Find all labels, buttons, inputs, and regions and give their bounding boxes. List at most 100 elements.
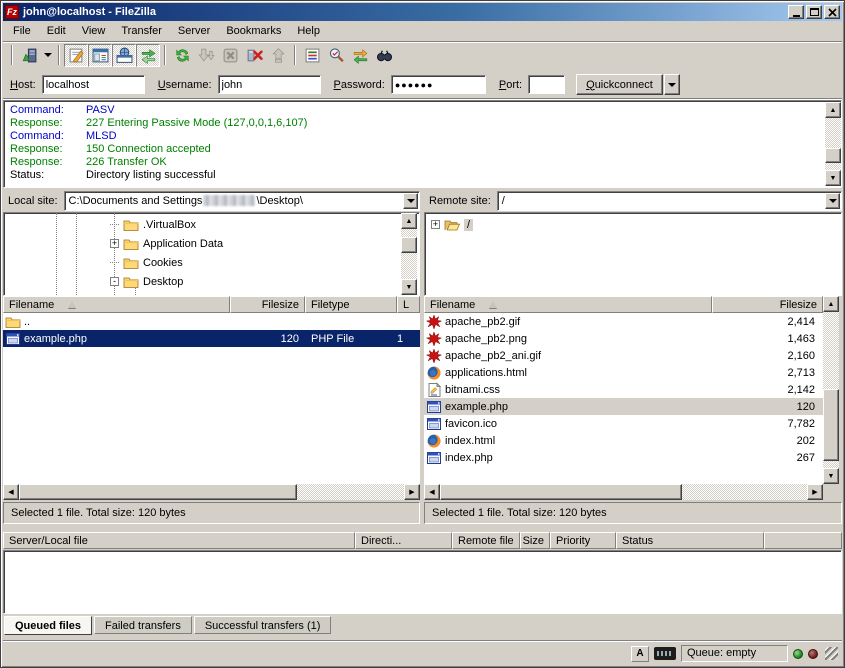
file-row[interactable]: index.html202 xyxy=(424,432,823,449)
file-row[interactable]: example.php120PHP File1 xyxy=(3,330,420,347)
remote-path-dropdown-button[interactable] xyxy=(825,193,840,209)
file-row[interactable]: index.php267 xyxy=(424,449,823,466)
quickconnect-dropdown-button[interactable] xyxy=(664,74,680,95)
local-path-combobox[interactable]: C:\Documents and Settings\Desktop\ xyxy=(64,191,420,211)
column-header-server-local-file[interactable]: Server/Local file xyxy=(3,532,355,549)
username-input[interactable] xyxy=(218,75,321,94)
scroll-thumb[interactable] xyxy=(19,484,297,500)
reconnect-icon xyxy=(270,47,287,64)
file-row[interactable]: example.php120 xyxy=(424,398,823,415)
speed-limits-icon[interactable] xyxy=(654,647,676,660)
remote-list-scrollbar[interactable]: ▲ ▼ xyxy=(823,296,839,484)
column-header-directi[interactable]: Directi... xyxy=(355,532,452,549)
collapse-minus-icon[interactable]: - xyxy=(110,277,119,286)
site-manager-dropdown-button[interactable] xyxy=(41,44,54,67)
remote-list-hscrollbar[interactable]: ◀ ▶ xyxy=(424,484,823,500)
menu-item-file[interactable]: File xyxy=(5,22,39,40)
port-label: Port: xyxy=(499,79,522,91)
file-row[interactable]: favicon.ico7,782 xyxy=(424,415,823,432)
host-input[interactable] xyxy=(42,75,145,94)
menu-item-server[interactable]: Server xyxy=(170,22,218,40)
column-header-size[interactable]: Size xyxy=(520,532,550,549)
remote-path-combobox[interactable]: / xyxy=(497,191,842,211)
scroll-left-button[interactable]: ◀ xyxy=(424,484,440,500)
find-files-button[interactable] xyxy=(372,44,396,67)
menu-item-transfer[interactable]: Transfer xyxy=(113,22,170,40)
file-row[interactable]: applications.html2,713 xyxy=(424,364,823,381)
expand-plus-icon[interactable]: + xyxy=(110,239,119,248)
expand-plus-icon[interactable]: + xyxy=(431,220,440,229)
maximize-button[interactable] xyxy=(806,5,822,19)
log-line-text: 226 Transfer OK xyxy=(86,156,167,169)
tree-item-cookies[interactable]: Cookies xyxy=(4,253,419,272)
close-button[interactable] xyxy=(824,5,840,19)
toggle-local-tree-button[interactable] xyxy=(88,44,112,67)
scroll-up-button[interactable]: ▲ xyxy=(825,102,841,118)
column-header-status[interactable]: Status xyxy=(616,532,764,549)
tree-item-[interactable]: +/ xyxy=(425,215,841,234)
local-path-dropdown-button[interactable] xyxy=(403,193,418,209)
log-scrollbar[interactable]: ▲ ▼ xyxy=(825,102,841,186)
titlebar[interactable]: Fz john@localhost - FileZilla xyxy=(3,3,842,21)
toggle-transfer-queue-button[interactable] xyxy=(136,44,160,67)
file-modified: 1 xyxy=(397,333,420,345)
synchronized-browsing-button[interactable] xyxy=(348,44,372,67)
password-input[interactable] xyxy=(391,75,486,94)
file-row[interactable]: apache_pb2.png1,463 xyxy=(424,330,823,347)
menu-item-bookmarks[interactable]: Bookmarks xyxy=(218,22,289,40)
scroll-up-button[interactable]: ▲ xyxy=(401,213,417,229)
resize-grip[interactable] xyxy=(825,647,838,660)
scroll-down-button[interactable]: ▼ xyxy=(823,468,839,484)
column-header-priority[interactable]: Priority xyxy=(550,532,616,549)
quickconnect-button[interactable]: Quickconnect xyxy=(576,74,663,95)
file-row[interactable]: .. xyxy=(3,313,420,330)
transfer-type-ascii-icon[interactable]: A xyxy=(631,646,649,662)
column-header-filetype[interactable]: Filetype xyxy=(305,296,397,313)
toggle-remote-tree-button[interactable] xyxy=(112,44,136,67)
scroll-down-button[interactable]: ▼ xyxy=(401,279,417,295)
column-header-filename[interactable]: Filename xyxy=(3,296,230,313)
menu-item-edit[interactable]: Edit xyxy=(39,22,74,40)
image-file-icon xyxy=(426,314,442,330)
folder-icon xyxy=(123,217,139,233)
column-header-filesize[interactable]: Filesize xyxy=(712,296,823,313)
toggle-message-log-button[interactable] xyxy=(64,44,88,67)
tab-successful-transfers-1[interactable]: Successful transfers (1) xyxy=(194,616,332,634)
column-header-filename[interactable]: Filename xyxy=(424,296,712,313)
scroll-thumb[interactable] xyxy=(825,148,841,163)
scroll-thumb[interactable] xyxy=(440,484,682,500)
tree-item-label: Desktop xyxy=(143,276,183,288)
menu-item-help[interactable]: Help xyxy=(289,22,328,40)
column-header-l[interactable]: L xyxy=(397,296,420,313)
column-header-filesize[interactable]: Filesize xyxy=(230,296,305,313)
file-row[interactable]: apache_pb2.gif2,414 xyxy=(424,313,823,330)
tab-queued-files[interactable]: Queued files xyxy=(4,616,92,635)
scroll-right-button[interactable]: ▶ xyxy=(807,484,823,500)
menu-item-view[interactable]: View xyxy=(74,22,114,40)
scroll-down-button[interactable]: ▼ xyxy=(825,170,841,186)
port-input[interactable] xyxy=(528,75,565,94)
local-tree-scrollbar[interactable]: ▲ ▼ xyxy=(401,213,417,295)
file-row[interactable]: bitnami.css2,142 xyxy=(424,381,823,398)
scroll-thumb[interactable] xyxy=(401,237,417,253)
toolbar-separator xyxy=(58,45,60,65)
filter-button[interactable] xyxy=(300,44,324,67)
tree-item-application-data[interactable]: +Application Data xyxy=(4,234,419,253)
minimize-button[interactable] xyxy=(788,5,804,19)
site-manager-button[interactable] xyxy=(17,44,41,67)
tree-item-desktop[interactable]: - Desktop xyxy=(4,272,419,291)
scroll-up-button[interactable]: ▲ xyxy=(823,296,839,312)
column-header-remote-file[interactable]: Remote file xyxy=(452,532,520,549)
chevron-down-icon xyxy=(407,199,415,203)
file-row[interactable]: apache_pb2_ani.gif2,160 xyxy=(424,347,823,364)
disconnect-button[interactable] xyxy=(242,44,266,67)
log-line-label: Response: xyxy=(10,156,86,169)
directory-comparison-button[interactable] xyxy=(324,44,348,67)
tree-item-virtualbox[interactable]: .VirtualBox xyxy=(4,215,419,234)
scroll-thumb[interactable] xyxy=(823,389,839,461)
scroll-right-button[interactable]: ▶ xyxy=(404,484,420,500)
scroll-left-button[interactable]: ◀ xyxy=(3,484,19,500)
local-list-hscrollbar[interactable]: ◀ ▶ xyxy=(3,484,420,500)
tab-failed-transfers[interactable]: Failed transfers xyxy=(94,616,192,634)
refresh-button[interactable] xyxy=(170,44,194,67)
